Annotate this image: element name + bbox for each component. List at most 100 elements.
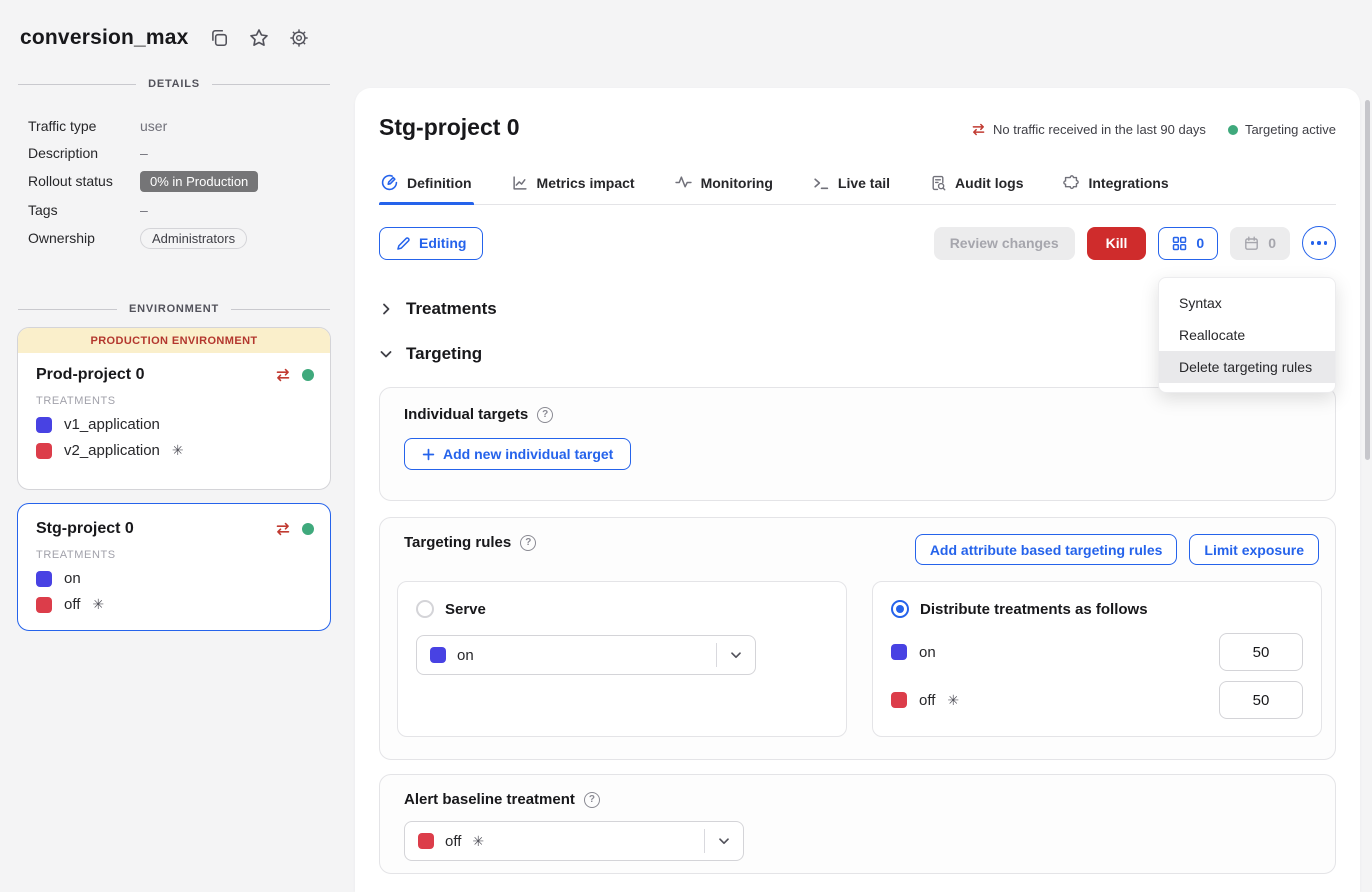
grid-icon <box>1172 236 1187 251</box>
detail-label: Description <box>28 145 140 161</box>
swap-arrows-icon <box>275 368 291 382</box>
detail-row-traffic-type: Traffic type user <box>28 112 355 139</box>
default-treatment-marker: ✳ <box>947 692 959 709</box>
chevron-down-icon <box>705 834 743 848</box>
env-card-stg-project[interactable]: Stg-project 0 TREATMENTS on off ✳ <box>17 503 331 631</box>
serve-label: Serve <box>445 601 486 618</box>
details-heading: DETAILS <box>148 78 200 90</box>
alert-baseline-select[interactable]: off ✳ <box>404 821 744 861</box>
tab-live-tail[interactable]: Live tail <box>811 174 892 204</box>
treatment-name: on <box>919 644 936 661</box>
traffic-status-text: No traffic received in the last 90 days <box>993 122 1206 137</box>
production-environment-banner: PRODUCTION ENVIRONMENT <box>18 328 330 353</box>
plus-icon <box>422 448 435 461</box>
environment-active-dot <box>302 523 314 535</box>
tab-bar: Definition Metrics impact Monitoring <box>379 174 1336 205</box>
menu-item-reallocate[interactable]: Reallocate <box>1159 319 1335 351</box>
detail-value: – <box>140 202 148 218</box>
chevron-down-icon <box>717 648 755 662</box>
treatment-swatch-blue <box>36 417 52 433</box>
limit-exposure-label: Limit exposure <box>1204 542 1304 558</box>
default-treatment-marker: ✳ <box>472 833 484 850</box>
targeting-rules-card: Targeting rules Add attribute based targ… <box>379 517 1336 760</box>
main-panel: Stg-project 0 No traffic received in the… <box>355 88 1360 892</box>
targeting-active-dot <box>1228 125 1238 135</box>
details-list: Traffic type user Description – Rollout … <box>28 112 355 253</box>
distribute-label: Distribute treatments as follows <box>920 601 1148 618</box>
more-actions-menu: Syntax Reallocate Delete targeting rules <box>1158 277 1336 393</box>
treatment-swatch-red <box>418 833 434 849</box>
rollout-status-badge: 0% in Production <box>140 171 258 192</box>
targeting-section-title: Targeting <box>406 344 482 364</box>
tab-monitoring[interactable]: Monitoring <box>673 174 775 204</box>
tab-label: Monitoring <box>701 175 773 191</box>
toolbar: Editing Review changes Kill 0 <box>379 226 1336 260</box>
copy-icon[interactable] <box>209 28 229 48</box>
tab-label: Live tail <box>838 175 890 191</box>
targeting-status: Targeting active <box>1228 122 1336 137</box>
tab-metrics-impact[interactable]: Metrics impact <box>510 174 637 204</box>
tab-label: Audit logs <box>955 175 1023 191</box>
serve-selected-treatment: on <box>457 647 474 664</box>
distribute-radio[interactable] <box>891 600 909 618</box>
treatment-name: off <box>64 596 80 613</box>
alert-baseline-title: Alert baseline treatment <box>404 791 575 808</box>
treatment-swatch-blue <box>36 571 52 587</box>
more-actions-button[interactable] <box>1302 226 1336 260</box>
treatment-row: v1_application <box>36 416 314 433</box>
kill-button[interactable]: Kill <box>1087 227 1147 260</box>
help-icon[interactable] <box>520 535 536 551</box>
help-icon[interactable] <box>584 792 600 808</box>
serve-treatment-select[interactable]: on <box>416 635 756 675</box>
review-changes-button[interactable]: Review changes <box>934 227 1075 260</box>
distribution-row: off ✳ <box>891 681 1303 719</box>
versions-count: 0 <box>1196 235 1204 251</box>
targeting-rules-title: Targeting rules <box>404 534 511 551</box>
tab-integrations[interactable]: Integrations <box>1061 174 1170 204</box>
default-treatment-marker: ✳ <box>172 442 184 459</box>
add-individual-target-label: Add new individual target <box>443 446 613 462</box>
editing-button[interactable]: Editing <box>379 227 483 260</box>
distribute-option-card: Distribute treatments as follows on off … <box>872 581 1322 737</box>
treatment-name: v2_application <box>64 442 160 459</box>
swap-arrows-icon <box>275 522 291 536</box>
help-icon[interactable] <box>537 407 553 423</box>
tab-audit-logs[interactable]: Audit logs <box>928 174 1025 204</box>
versions-count-button[interactable]: 0 <box>1158 227 1218 260</box>
menu-item-syntax[interactable]: Syntax <box>1159 287 1335 319</box>
serve-radio[interactable] <box>416 600 434 618</box>
tab-definition[interactable]: Definition <box>379 174 474 204</box>
chevron-right-icon <box>379 302 393 316</box>
calendar-icon <box>1244 236 1259 251</box>
distribution-percent-input-off[interactable] <box>1219 681 1303 719</box>
detail-row-ownership: Ownership Administrators <box>28 223 355 253</box>
review-changes-label: Review changes <box>950 235 1059 251</box>
add-individual-target-button[interactable]: Add new individual target <box>404 438 631 470</box>
env-name: Stg-project 0 <box>36 520 275 538</box>
ownership-pill[interactable]: Administrators <box>140 228 247 249</box>
schedule-count-button[interactable]: 0 <box>1230 227 1290 260</box>
menu-item-delete-targeting-rules[interactable]: Delete targeting rules <box>1159 351 1335 383</box>
flag-title: conversion_max <box>20 26 189 50</box>
add-attribute-rules-label: Add attribute based targeting rules <box>930 542 1163 558</box>
treatment-swatch-red <box>36 597 52 613</box>
page-title: Stg-project 0 <box>379 114 520 141</box>
kill-label: Kill <box>1106 235 1128 251</box>
treatment-row: v2_application ✳ <box>36 442 314 459</box>
distribution-percent-input-on[interactable] <box>1219 633 1303 671</box>
chart-icon <box>512 175 528 191</box>
scrollbar-thumb[interactable] <box>1365 100 1370 460</box>
detail-value: user <box>140 118 167 134</box>
env-card-prod-project[interactable]: PRODUCTION ENVIRONMENT Prod-project 0 TR… <box>17 327 331 490</box>
treatment-row: on <box>36 570 314 587</box>
limit-exposure-button[interactable]: Limit exposure <box>1189 534 1319 565</box>
puzzle-icon <box>1063 175 1079 191</box>
treatment-swatch-red <box>36 443 52 459</box>
detail-label: Traffic type <box>28 118 140 134</box>
environment-heading: ENVIRONMENT <box>129 303 219 315</box>
star-icon[interactable] <box>249 28 269 48</box>
add-attribute-rules-button[interactable]: Add attribute based targeting rules <box>915 534 1178 565</box>
gear-icon[interactable] <box>289 28 309 48</box>
audit-log-icon <box>930 175 946 191</box>
definition-icon <box>381 174 398 191</box>
